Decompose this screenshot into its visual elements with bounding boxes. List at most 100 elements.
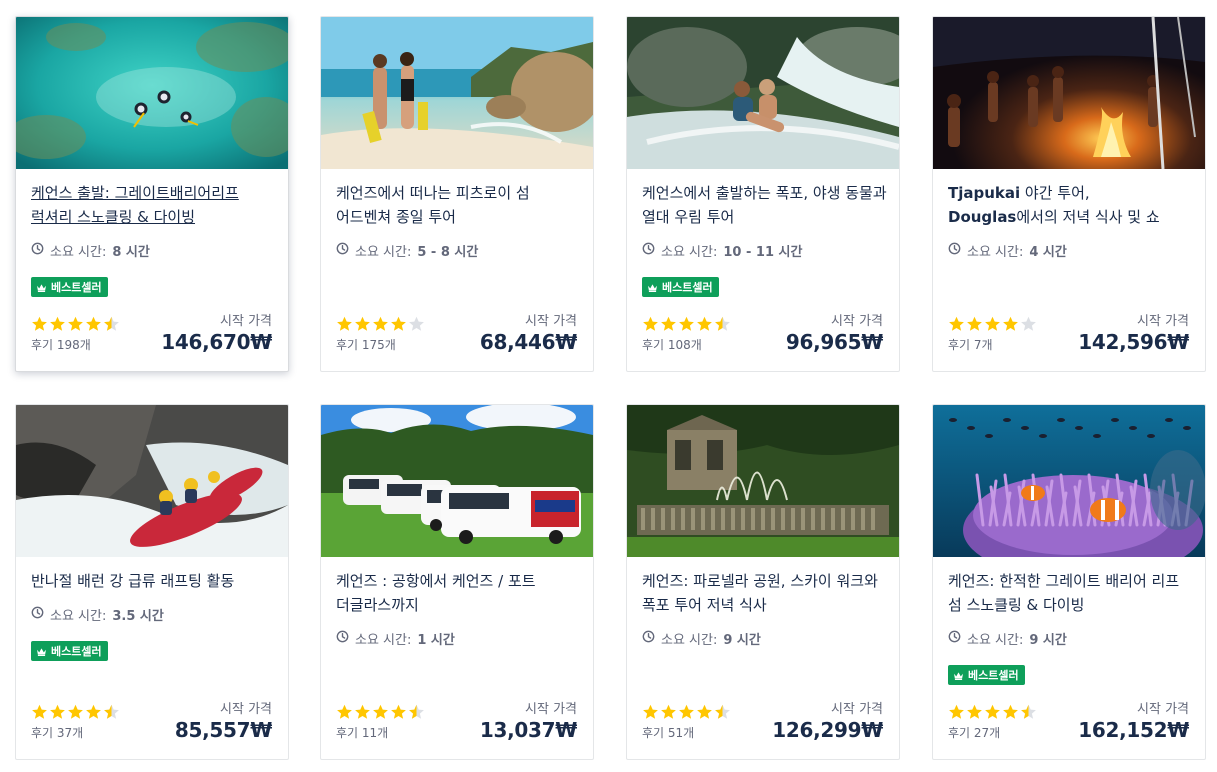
duration-value: 3.5 시간: [112, 609, 164, 624]
clock-icon: [31, 606, 44, 623]
card-image[interactable]: [16, 405, 288, 557]
duration-value: 1 시간: [417, 633, 455, 648]
activity-card[interactable]: 반나절 배런 강 급류 래프팅 활동 소요 시간: 3.5 시간 베스트셀러 후…: [15, 404, 289, 760]
badge-label: 베스트셀러: [968, 669, 1019, 682]
star-icon: [68, 316, 83, 331]
card-image[interactable]: [933, 17, 1205, 169]
duration-value: 9 시간: [723, 633, 761, 648]
star-icon: [32, 316, 47, 331]
star-icon: [679, 316, 694, 331]
activity-card[interactable]: 케언즈: 파로넬라 공원, 스카이 워크와 폭포 투어 저녁 식사 소요 시간:…: [626, 404, 900, 760]
price: 142,596₩: [1078, 330, 1189, 354]
card-title[interactable]: 케언스에서 출발하는 폭포, 야생 동물과 열대 우림 투어: [642, 181, 888, 229]
duration: 소요 시간: 8 시간: [31, 241, 150, 260]
clock-icon: [642, 242, 655, 259]
review-count: 후기 51개: [642, 726, 695, 740]
card-title[interactable]: 케언스 출발: 그레이트배리어리프 럭셔리 스노클링 & 다이빙: [31, 181, 277, 229]
duration-label: 소요 시간:: [355, 245, 412, 260]
star-half-icon: [715, 704, 730, 719]
bestseller-badge: 베스트셀러: [948, 665, 1025, 685]
star-icon: [391, 316, 406, 331]
duration-label: 소요 시간:: [967, 245, 1024, 260]
duration: 소요 시간: 9 시간: [642, 629, 761, 648]
star-icon: [337, 316, 352, 331]
activity-card[interactable]: 케언즈: 한적한 그레이트 배리어 리프 섬 스노클링 & 다이빙 소요 시간:…: [932, 404, 1206, 760]
duration: 소요 시간: 3.5 시간: [31, 605, 164, 624]
price-from-label: 시작 가격: [1137, 314, 1189, 329]
card-title[interactable]: 케언즈: 파로넬라 공원, 스카이 워크와 폭포 투어 저녁 식사: [642, 569, 888, 617]
star-half-icon: [715, 316, 730, 331]
bestseller-badge: 베스트셀러: [642, 277, 719, 297]
star-icon: [697, 704, 712, 719]
star-icon: [679, 704, 694, 719]
card-title[interactable]: 반나절 배런 강 급류 래프팅 활동: [31, 569, 277, 593]
star-icon: [373, 316, 388, 331]
star-icon: [373, 704, 388, 719]
card-image[interactable]: [321, 405, 593, 557]
rating-stars: [31, 316, 120, 332]
star-half-icon: [409, 704, 424, 719]
card-title[interactable]: 케언즈 : 공항에서 케언즈 / 포트 더글라스까지: [336, 569, 582, 617]
duration-label: 소요 시간:: [661, 633, 718, 648]
activity-card[interactable]: 케언스 출발: 그레이트배리어리프 럭셔리 스노클링 & 다이빙 소요 시간: …: [15, 16, 289, 372]
star-icon: [661, 704, 676, 719]
card-image[interactable]: [321, 17, 593, 169]
star-icon: [86, 316, 101, 331]
star-half-icon: [104, 704, 119, 719]
review-count: 후기 37개: [31, 726, 84, 740]
review-count: 후기 11개: [336, 726, 389, 740]
price: 146,670₩: [161, 330, 272, 354]
star-half-icon: [104, 316, 119, 331]
badge-label: 베스트셀러: [51, 645, 102, 658]
card-title[interactable]: 케언즈: 한적한 그레이트 배리어 리프 섬 스노클링 & 다이빙: [948, 569, 1194, 617]
rating-stars: [336, 316, 425, 332]
duration-label: 소요 시간:: [50, 245, 107, 260]
star-icon: [967, 316, 982, 331]
star-icon: [50, 704, 65, 719]
star-icon: [661, 316, 676, 331]
bestseller-badge: 베스트셀러: [31, 641, 108, 661]
activity-card[interactable]: 케언즈 : 공항에서 케언즈 / 포트 더글라스까지 소요 시간: 1 시간 후…: [320, 404, 594, 760]
price-from-label: 시작 가격: [220, 702, 272, 717]
price-from-label: 시작 가격: [525, 702, 577, 717]
price: 13,037₩: [479, 718, 577, 742]
duration: 소요 시간: 5 - 8 시간: [336, 241, 478, 260]
price-from-label: 시작 가격: [525, 314, 577, 329]
duration: 소요 시간: 4 시간: [948, 241, 1067, 260]
crown-icon: [953, 671, 964, 680]
review-count: 후기 7개: [948, 338, 993, 352]
clock-icon: [948, 242, 961, 259]
price: 96,965₩: [785, 330, 883, 354]
activity-card[interactable]: 케언즈에서 떠나는 피츠로이 섬 어드벤쳐 종일 투어 소요 시간: 5 - 8…: [320, 16, 594, 372]
price-from-label: 시작 가격: [220, 314, 272, 329]
card-image[interactable]: [627, 17, 899, 169]
crown-icon: [36, 283, 47, 292]
card-title[interactable]: 케언즈에서 떠나는 피츠로이 섬 어드벤쳐 종일 투어: [336, 181, 582, 229]
activity-card[interactable]: Tjapukai 야간 투어, Douglas에서의 저녁 식사 및 쇼 소요 …: [932, 16, 1206, 372]
star-icon: [643, 704, 658, 719]
clock-icon: [336, 242, 349, 259]
duration-value: 4 시간: [1029, 245, 1067, 260]
clock-icon: [948, 630, 961, 647]
bestseller-badge: 베스트셀러: [31, 277, 108, 297]
crown-icon: [647, 283, 658, 292]
clock-icon: [336, 630, 349, 647]
price: 162,152₩: [1078, 718, 1189, 742]
card-image[interactable]: [933, 405, 1205, 557]
star-icon: [86, 704, 101, 719]
star-icon: [337, 704, 352, 719]
badge-label: 베스트셀러: [662, 281, 713, 294]
star-icon: [391, 704, 406, 719]
activity-card[interactable]: 케언스에서 출발하는 폭포, 야생 동물과 열대 우림 투어 소요 시간: 10…: [626, 16, 900, 372]
card-image[interactable]: [627, 405, 899, 557]
card-title[interactable]: Tjapukai 야간 투어, Douglas에서의 저녁 식사 및 쇼: [948, 181, 1194, 229]
badge-label: 베스트셀러: [51, 281, 102, 294]
star-icon: [409, 316, 424, 331]
card-image[interactable]: [16, 17, 288, 169]
star-icon: [643, 316, 658, 331]
clock-icon: [642, 630, 655, 647]
clock-icon: [31, 242, 44, 259]
review-count: 후기 27개: [948, 726, 1001, 740]
star-icon: [355, 316, 370, 331]
rating-stars: [642, 704, 731, 720]
